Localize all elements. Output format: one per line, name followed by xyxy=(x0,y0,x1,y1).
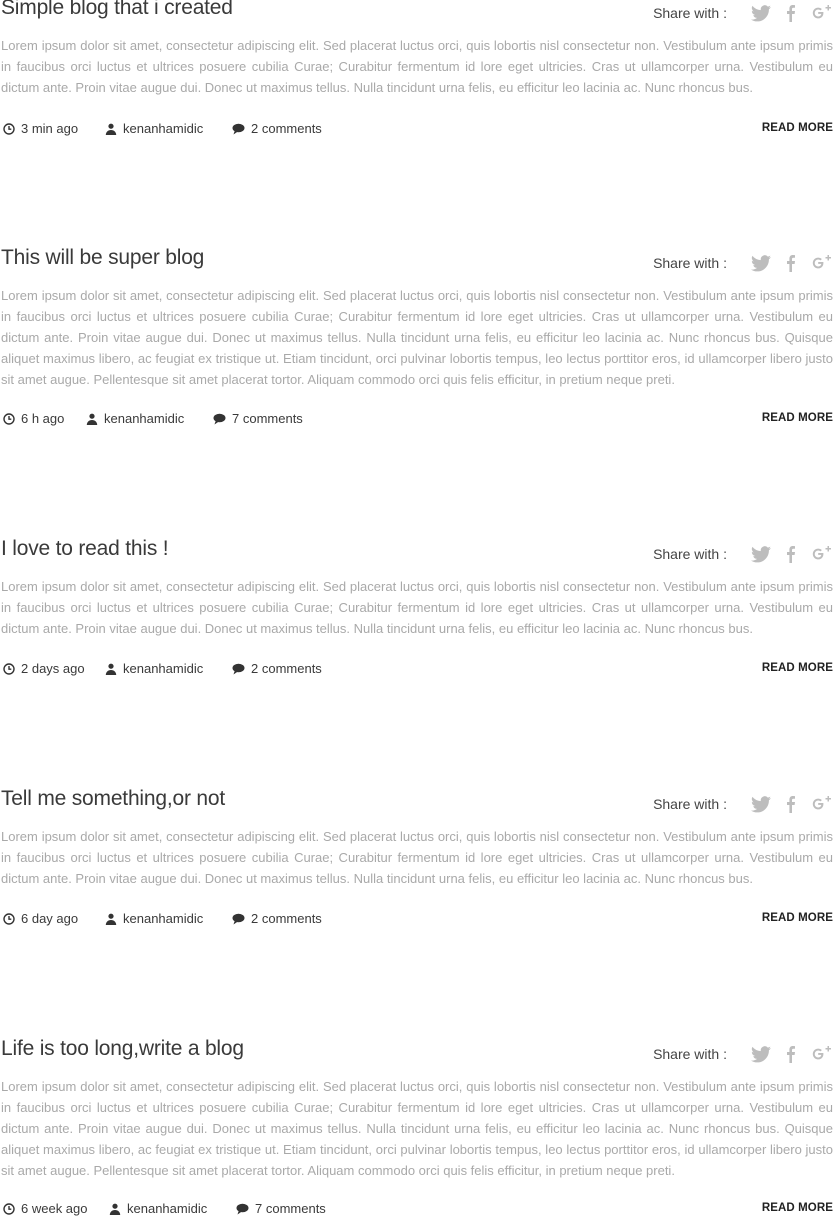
user-icon xyxy=(105,663,117,675)
post-comments[interactable]: 2 comments xyxy=(232,911,322,926)
post-meta: 6 h ago kenanhamidic 7 comments READ MOR… xyxy=(0,411,833,429)
share-label: Share with : xyxy=(653,546,727,562)
post-comments-text: 2 comments xyxy=(251,661,322,676)
facebook-icon[interactable] xyxy=(781,1044,801,1064)
post-time-text: 6 day ago xyxy=(21,911,79,926)
post-title[interactable]: Tell me something,or not xyxy=(1,787,225,811)
share-label: Share with : xyxy=(653,1046,727,1062)
post-comments[interactable]: 2 comments xyxy=(232,661,322,676)
post-author[interactable]: kenanhamidic xyxy=(105,661,203,676)
clock-icon xyxy=(3,412,15,425)
post-author-text: kenanhamidic xyxy=(123,121,204,136)
post-excerpt: Lorem ipsum dolor sit amet, consectetur … xyxy=(1,38,833,95)
post-author[interactable]: kenanhamidic xyxy=(109,1201,207,1216)
googleplus-icon[interactable] xyxy=(811,1044,833,1064)
post-comments-text: 2 comments xyxy=(251,911,322,926)
post-comments[interactable]: 2 comments xyxy=(232,121,322,136)
user-icon xyxy=(105,913,117,925)
post-comments[interactable]: 7 comments xyxy=(236,1201,326,1216)
googleplus-icon[interactable] xyxy=(811,253,833,273)
post-title[interactable]: This will be super blog xyxy=(1,246,204,270)
post-time: 6 day ago xyxy=(3,911,78,926)
post-author-text: kenanhamidic xyxy=(104,411,185,426)
comment-icon xyxy=(232,913,245,924)
post-author[interactable]: kenanhamidic xyxy=(105,911,203,926)
share-bar: Share with : xyxy=(653,1043,833,1065)
share-label: Share with : xyxy=(653,796,727,812)
twitter-icon[interactable] xyxy=(751,1044,771,1064)
post-author-text: kenanhamidic xyxy=(127,1201,208,1216)
post-comments-text: 7 comments xyxy=(255,1201,326,1216)
post-time-text: 6 h ago xyxy=(21,411,65,426)
twitter-icon[interactable] xyxy=(751,253,771,273)
clock-icon xyxy=(3,662,15,675)
read-more-link[interactable]: READ MORE xyxy=(762,912,833,924)
post-title[interactable]: Simple blog that i created xyxy=(1,0,233,20)
post-time-text: 3 min ago xyxy=(21,121,79,136)
share-bar: Share with : xyxy=(653,543,833,565)
post-comments-text: 2 comments xyxy=(251,121,322,136)
comment-icon xyxy=(232,663,245,674)
googleplus-icon[interactable] xyxy=(811,3,833,23)
post-time: 6 week ago xyxy=(3,1201,88,1216)
read-more-link[interactable]: READ MORE xyxy=(762,1202,833,1214)
facebook-icon[interactable] xyxy=(781,544,801,564)
user-icon xyxy=(86,413,98,425)
twitter-icon[interactable] xyxy=(751,544,771,564)
post-excerpt: Lorem ipsum dolor sit amet, consectetur … xyxy=(1,579,833,636)
post-author[interactable]: kenanhamidic xyxy=(105,121,203,136)
post-excerpt: Lorem ipsum dolor sit amet, consectetur … xyxy=(1,1079,833,1178)
share-bar: Share with : xyxy=(653,252,833,274)
user-icon xyxy=(109,1203,121,1215)
post-time-text: 2 days ago xyxy=(21,661,85,676)
post-time: 3 min ago xyxy=(3,121,78,136)
share-bar: Share with : xyxy=(653,793,833,815)
read-more-link[interactable]: READ MORE xyxy=(762,412,833,424)
post-meta: 6 week ago kenanhamidic 7 comments READ … xyxy=(0,1201,833,1219)
post-author-text: kenanhamidic xyxy=(123,661,204,676)
post-excerpt: Lorem ipsum dolor sit amet, consectetur … xyxy=(1,829,833,886)
post-time: 2 days ago xyxy=(3,661,85,676)
post-comments-text: 7 comments xyxy=(232,411,303,426)
clock-icon xyxy=(3,122,15,135)
comment-icon xyxy=(232,123,245,134)
googleplus-icon[interactable] xyxy=(811,544,833,564)
post-author[interactable]: kenanhamidic xyxy=(86,411,184,426)
clock-icon xyxy=(3,912,15,925)
facebook-icon[interactable] xyxy=(781,3,801,23)
comment-icon xyxy=(213,413,226,424)
comment-icon xyxy=(236,1203,249,1214)
post-title[interactable]: Life is too long,write a blog xyxy=(1,1037,244,1061)
facebook-icon[interactable] xyxy=(781,253,801,273)
post-time: 6 h ago xyxy=(3,411,64,426)
read-more-link[interactable]: READ MORE xyxy=(762,662,833,674)
twitter-icon[interactable] xyxy=(751,3,771,23)
post-meta: 6 day ago kenanhamidic 2 comments READ M… xyxy=(0,911,833,929)
share-bar: Share with : xyxy=(653,2,833,24)
googleplus-icon[interactable] xyxy=(811,794,833,814)
post-meta: 2 days ago kenanhamidic 2 comments READ … xyxy=(0,661,833,679)
post-time-text: 6 week ago xyxy=(21,1201,88,1216)
post-excerpt: Lorem ipsum dolor sit amet, consectetur … xyxy=(1,288,833,387)
post-comments[interactable]: 7 comments xyxy=(213,411,303,426)
clock-icon xyxy=(3,1202,15,1215)
post-title[interactable]: I love to read this ! xyxy=(1,537,169,561)
share-label: Share with : xyxy=(653,5,727,21)
user-icon xyxy=(105,123,117,135)
share-label: Share with : xyxy=(653,255,727,271)
post-meta: 3 min ago kenanhamidic 2 comments READ M… xyxy=(0,121,833,139)
twitter-icon[interactable] xyxy=(751,794,771,814)
read-more-link[interactable]: READ MORE xyxy=(762,122,833,134)
facebook-icon[interactable] xyxy=(781,794,801,814)
post-author-text: kenanhamidic xyxy=(123,911,204,926)
